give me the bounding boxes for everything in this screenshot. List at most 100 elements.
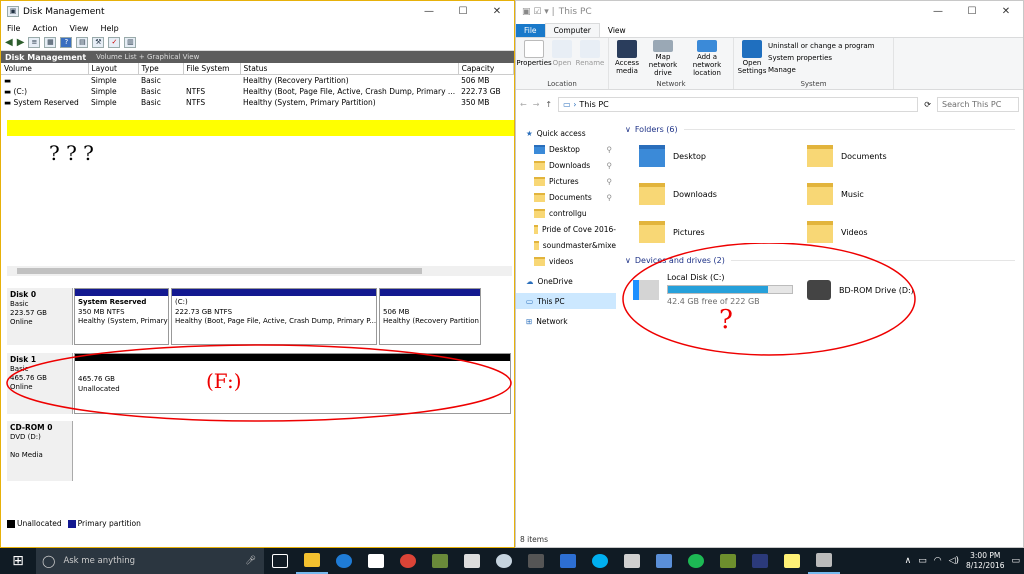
close-button[interactable]: ✕ bbox=[989, 6, 1023, 17]
nav-item-controllgu[interactable]: controllgu bbox=[516, 205, 616, 221]
check-icon[interactable]: ✓ bbox=[108, 37, 121, 48]
quick-access-toolbar-icon[interactable]: ▣ ☑ ▾ | bbox=[522, 7, 555, 17]
col-filesystem[interactable]: File System bbox=[183, 63, 241, 75]
access-media-button[interactable]: Access media bbox=[613, 40, 641, 77]
partition-c[interactable]: (C:) 222.73 GB NTFS Healthy (Boot, Page Fi… bbox=[171, 288, 377, 345]
volume-icon[interactable]: ◁) bbox=[949, 556, 959, 566]
wifi-icon[interactable]: ◠ bbox=[934, 556, 942, 566]
cdrom-label[interactable]: CD-ROM 0 DVD (D:) No Media bbox=[7, 421, 73, 481]
steam-icon[interactable] bbox=[488, 548, 520, 574]
clock[interactable]: 3:00 PM 8/12/2016 bbox=[966, 551, 1004, 571]
notification-icon[interactable]: ▭ bbox=[1011, 556, 1020, 566]
uninstall-link[interactable]: Uninstall or change a program bbox=[768, 42, 875, 50]
search-input[interactable]: Search This PC bbox=[937, 96, 1019, 112]
back-icon[interactable]: ← bbox=[520, 100, 527, 109]
nav-network[interactable]: ⊞ Network bbox=[516, 313, 616, 329]
connect-icon[interactable]: ⚒ bbox=[92, 37, 105, 48]
partition-system-reserved[interactable]: System Reserved 350 MB NTFS Healthy (Syste… bbox=[74, 288, 169, 345]
maximize-button[interactable]: ☐ bbox=[446, 6, 480, 17]
map-drive-button[interactable]: Map network drive bbox=[643, 40, 683, 77]
disk-0-label[interactable]: Disk 0 Basic 223.57 GB Online bbox=[7, 288, 73, 345]
maximize-button[interactable]: ☐ bbox=[955, 6, 989, 17]
nav-quick-access[interactable]: ★ Quick access bbox=[516, 125, 616, 141]
edge-icon[interactable] bbox=[328, 548, 360, 574]
col-capacity[interactable]: Capacity bbox=[458, 63, 514, 75]
chrome-icon[interactable] bbox=[392, 548, 424, 574]
start-button[interactable]: ⊞ bbox=[0, 548, 36, 574]
grid-icon[interactable]: ▤ bbox=[76, 37, 89, 48]
address-bar[interactable]: ▭ › This PC bbox=[558, 96, 919, 112]
nav-this-pc[interactable]: ▭ This PC bbox=[516, 293, 616, 309]
properties-button[interactable]: Properties bbox=[516, 40, 552, 77]
rename-button[interactable]: Rename bbox=[576, 40, 604, 77]
sticky-notes-icon[interactable] bbox=[776, 548, 808, 574]
horizontal-scrollbar[interactable] bbox=[7, 266, 512, 276]
system-properties-link[interactable]: System properties bbox=[768, 54, 875, 62]
col-layout[interactable]: Layout bbox=[88, 63, 139, 75]
remote-icon[interactable] bbox=[648, 548, 680, 574]
list-view-icon[interactable]: ≡ bbox=[28, 37, 41, 48]
nav-item-desktop[interactable]: Desktop ⚲ bbox=[516, 141, 616, 157]
skype-icon[interactable] bbox=[584, 548, 616, 574]
nav-item-downloads[interactable]: Downloads ⚲ bbox=[516, 157, 616, 173]
add-network-location-button[interactable]: Add a network location bbox=[685, 40, 729, 77]
minimize-button[interactable]: — bbox=[412, 6, 446, 17]
open-button[interactable]: Open bbox=[550, 40, 574, 77]
menu-help[interactable]: Help bbox=[100, 24, 118, 33]
nav-item-pride[interactable]: Pride of Cove 2016- bbox=[516, 221, 616, 237]
store-icon[interactable] bbox=[360, 548, 392, 574]
properties-icon[interactable]: ▦ bbox=[44, 37, 57, 48]
up-icon[interactable]: ↑ bbox=[545, 100, 552, 109]
close-button[interactable]: ✕ bbox=[480, 6, 514, 17]
media-icon[interactable] bbox=[552, 548, 584, 574]
open-settings-button[interactable]: Open Settings bbox=[738, 40, 766, 77]
menu-action[interactable]: Action bbox=[32, 24, 57, 33]
table-row[interactable]: ▬ Simple Basic Healthy (Recovery Partiti… bbox=[1, 75, 514, 86]
menu-view[interactable]: View bbox=[69, 24, 88, 33]
table-row[interactable]: ▬ System Reserved Simple Basic NTFS Heal… bbox=[1, 97, 514, 108]
tab-computer[interactable]: Computer bbox=[544, 23, 600, 37]
game-icon[interactable] bbox=[712, 548, 744, 574]
explorer-taskbar-icon[interactable] bbox=[296, 548, 328, 574]
table-row[interactable]: ▬ (C:) Simple Basic NTFS Healthy (Boot, … bbox=[1, 86, 514, 97]
nav-item-soundmaster[interactable]: soundmaster&mixe bbox=[516, 237, 616, 253]
settings-icon[interactable]: ▥ bbox=[124, 37, 137, 48]
chevron-up-icon[interactable]: ∧ bbox=[905, 556, 912, 566]
task-view-icon[interactable] bbox=[264, 548, 296, 574]
col-status[interactable]: Status bbox=[240, 63, 459, 75]
forward-icon[interactable]: → bbox=[533, 100, 540, 109]
folder-desktop[interactable]: Desktop bbox=[639, 145, 706, 167]
folder-downloads[interactable]: Downloads bbox=[639, 183, 717, 205]
disk-management-taskbar-icon[interactable] bbox=[808, 548, 840, 574]
folder-pictures[interactable]: Pictures bbox=[639, 221, 705, 243]
nav-onedrive[interactable]: ☁ OneDrive bbox=[516, 273, 616, 289]
col-volume[interactable]: Volume bbox=[1, 63, 89, 75]
app-icon[interactable] bbox=[424, 548, 456, 574]
search-box[interactable]: ◯ Ask me anything 🎤︎ bbox=[36, 548, 264, 574]
minimize-button[interactable]: — bbox=[921, 6, 955, 17]
tools-icon[interactable] bbox=[616, 548, 648, 574]
folder-music[interactable]: Music bbox=[807, 183, 864, 205]
nav-item-videos[interactable]: videos bbox=[516, 253, 616, 269]
scrollbar-thumb[interactable] bbox=[17, 268, 422, 274]
col-type[interactable]: Type bbox=[138, 63, 184, 75]
tab-file[interactable]: File bbox=[516, 24, 545, 37]
nav-item-pictures[interactable]: Pictures ⚲ bbox=[516, 173, 616, 189]
refresh-icon[interactable]: ⟳ bbox=[924, 100, 931, 109]
forward-icon[interactable]: ▶ bbox=[17, 37, 25, 48]
calculator-icon[interactable] bbox=[520, 548, 552, 574]
nav-item-documents[interactable]: Documents ⚲ bbox=[516, 189, 616, 205]
store-bag-icon[interactable] bbox=[456, 548, 488, 574]
menu-file[interactable]: File bbox=[7, 24, 20, 33]
tab-view[interactable]: View bbox=[600, 24, 634, 37]
spotify-icon[interactable] bbox=[680, 548, 712, 574]
partition-recovery[interactable]: 506 MB Healthy (Recovery Partition bbox=[379, 288, 481, 345]
app2-icon[interactable] bbox=[744, 548, 776, 574]
folder-videos[interactable]: Videos bbox=[807, 221, 868, 243]
power-icon[interactable]: ▭ bbox=[918, 556, 927, 566]
back-icon[interactable]: ◀ bbox=[5, 37, 13, 48]
help-icon[interactable]: ? bbox=[60, 37, 73, 48]
folder-documents[interactable]: Documents bbox=[807, 145, 887, 167]
manage-link[interactable]: Manage bbox=[768, 66, 875, 74]
folders-section-header[interactable]: ∨ Folders (6) bbox=[625, 125, 1015, 134]
